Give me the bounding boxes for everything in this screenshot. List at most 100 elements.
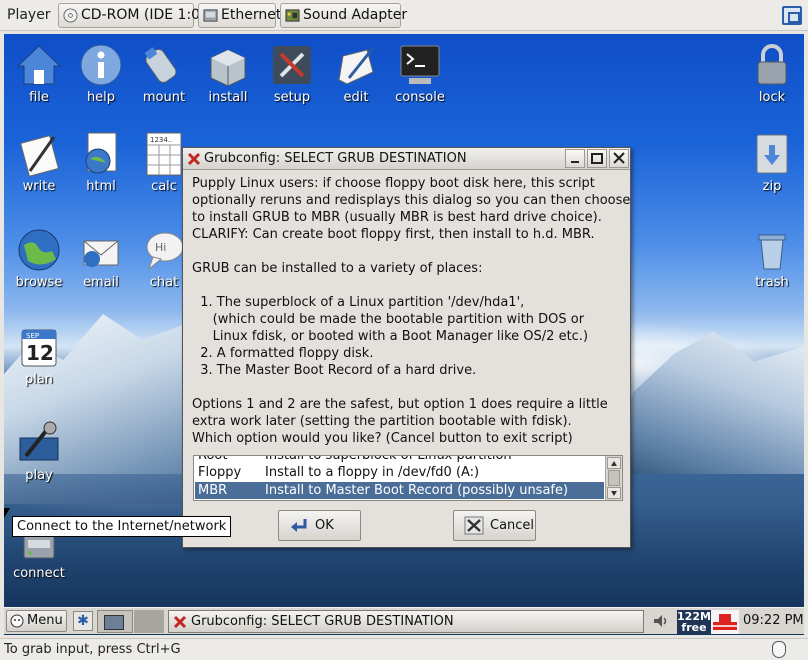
task-label: Grubconfig: SELECT GRUB DESTINATION <box>191 614 454 629</box>
ethernet-label: Ethernet <box>221 7 282 23</box>
player-menu[interactable]: Player <box>7 7 51 23</box>
x-app-icon <box>173 615 187 629</box>
desktop: file help mount install setup edit conso… <box>4 34 804 635</box>
desktop-icon-label: trash <box>755 275 789 290</box>
info-icon <box>80 44 122 86</box>
sound-card-icon <box>285 9 300 22</box>
enter-arrow-icon <box>291 519 307 532</box>
package-icon <box>210 49 246 87</box>
destination-list[interactable]: Root Install to superblock of Linux part… <box>193 455 623 501</box>
cancel-button[interactable]: Cancel <box>453 510 536 541</box>
desktop-icon-label: mount <box>142 90 186 105</box>
trash-icon <box>758 234 786 270</box>
cdrom-button[interactable]: CD-ROM (IDE 1:0) <box>58 3 206 28</box>
list-item[interactable]: Floppy Install to a floppy in /dev/fd0 (… <box>195 464 604 481</box>
x-app-icon <box>187 152 201 166</box>
home-icon <box>16 45 62 85</box>
taskbar-task-grubconfig[interactable]: Grubconfig: SELECT GRUB DESTINATION <box>168 610 644 633</box>
memory-indicator: 122M free <box>677 610 711 634</box>
desktop-icon-plan[interactable]: SEP 12 plan <box>4 324 74 387</box>
usb-drive-icon <box>144 47 177 83</box>
chat-icon: Hi <box>146 232 184 271</box>
desktop-icon-file[interactable]: file <box>4 42 74 105</box>
calendar-icon: SEP12 <box>21 329 57 367</box>
ok-label: OK <box>315 518 334 533</box>
status-text: To grab input, press Ctrl+G <box>4 642 181 657</box>
maximize-icon <box>591 153 603 164</box>
wallpaper-mountain <box>604 331 804 474</box>
vm-toolbar: Player CD-ROM (IDE 1:0) Ethernet Sound A… <box>0 0 808 31</box>
html-document-icon <box>85 132 117 174</box>
clock[interactable]: 09:22 PM <box>743 613 804 628</box>
tools-icon <box>273 46 311 84</box>
desktop-icon-label: zip <box>762 179 782 194</box>
desktop-icon-lock[interactable]: lock <box>737 42 804 105</box>
desktop-icon-email[interactable]: email <box>66 227 136 290</box>
option-description: Install to Master Boot Record (possibly … <box>265 483 569 498</box>
fullscreen-icon[interactable] <box>782 6 802 25</box>
desktop-icon-mount[interactable]: mount <box>129 42 199 105</box>
email-icon <box>83 240 119 267</box>
scroll-up-icon[interactable] <box>607 457 621 469</box>
calendar-day: 12 <box>26 341 54 365</box>
desktop-icon-zip[interactable]: zip <box>737 131 804 194</box>
minimize-button[interactable] <box>565 149 585 168</box>
star-launcher-icon[interactable]: ✱ <box>73 611 93 631</box>
calendar-month: SEP <box>26 332 39 340</box>
desktop-icon-label: help <box>86 90 116 105</box>
terminal-icon <box>400 45 440 84</box>
maximize-button[interactable] <box>587 149 607 168</box>
grubconfig-dialog: Grubconfig: SELECT GRUB DESTINATION Pupp… <box>182 147 631 548</box>
write-icon <box>20 135 60 177</box>
desktop-icon-label: html <box>86 179 116 194</box>
option-description: Install to a floppy in /dev/fd0 (A:) <box>265 465 480 480</box>
lock-icon <box>757 44 787 85</box>
globe-icon <box>18 229 60 271</box>
network-status-icon[interactable] <box>711 610 739 634</box>
list-item-selected[interactable]: MBR Install to Master Boot Record (possi… <box>195 482 604 499</box>
scroll-down-icon[interactable] <box>607 487 621 499</box>
taskbar: Menu ✱ Grubconfig: SELECT GRUB DESTINATI… <box>4 607 804 634</box>
scroll-thumb[interactable] <box>608 470 620 486</box>
desktop-icon-install[interactable]: install <box>193 42 263 105</box>
desktop-icon-label: write <box>22 179 56 194</box>
option-code: Floppy <box>198 465 242 480</box>
memory-label: free <box>681 621 707 634</box>
desktop-icon-trash[interactable]: trash <box>737 227 804 290</box>
desktop-icon-setup[interactable]: setup <box>257 42 327 105</box>
list-scrollbar[interactable] <box>605 456 622 500</box>
ok-button[interactable]: OK <box>278 510 361 541</box>
desktop-icon-write[interactable]: write <box>4 131 74 194</box>
network-icon <box>203 9 218 22</box>
menu-button[interactable]: Menu <box>6 610 67 632</box>
ethernet-button[interactable]: Ethernet <box>198 3 281 28</box>
desktop-icon-help[interactable]: help <box>66 42 136 105</box>
close-button[interactable] <box>609 149 629 168</box>
desktop-pager-slot[interactable] <box>134 610 164 633</box>
volume-icon[interactable] <box>652 612 670 630</box>
spreadsheet-icon: 1234.. <box>146 132 182 176</box>
svg-text:Hi: Hi <box>155 241 166 254</box>
desktop-icon-browse[interactable]: browse <box>4 227 74 290</box>
desktop-icon-html[interactable]: html <box>66 131 136 194</box>
minimize-icon <box>571 161 579 163</box>
close-icon <box>613 152 625 164</box>
media-player-icon <box>19 421 59 461</box>
dialog-message: Pupply Linux users: if choose floppy boo… <box>192 176 631 446</box>
list-item[interactable]: Root Install to superblock of Linux part… <box>195 456 604 464</box>
desktop-icon-label: file <box>29 90 49 105</box>
tooltip: Connect to the Internet/network <box>12 516 232 537</box>
cdrom-icon <box>63 8 78 23</box>
calc-digits: 1234.. <box>150 136 172 144</box>
dialog-titlebar[interactable]: Grubconfig: SELECT GRUB DESTINATION <box>183 148 630 170</box>
cancel-label: Cancel <box>490 518 535 533</box>
desktop-icon-edit[interactable]: edit <box>321 42 391 105</box>
sound-adapter-button[interactable]: Sound Adapter <box>280 3 407 28</box>
desktop-icon-label: lock <box>758 90 786 105</box>
desktop-icon-label: connect <box>13 566 65 581</box>
desktop-pager[interactable] <box>97 610 133 633</box>
desktop-icon-label: edit <box>343 90 369 105</box>
mouse-icon[interactable] <box>772 641 786 658</box>
desktop-icon-play[interactable]: play <box>4 420 74 483</box>
desktop-icon-console[interactable]: console <box>385 42 455 105</box>
